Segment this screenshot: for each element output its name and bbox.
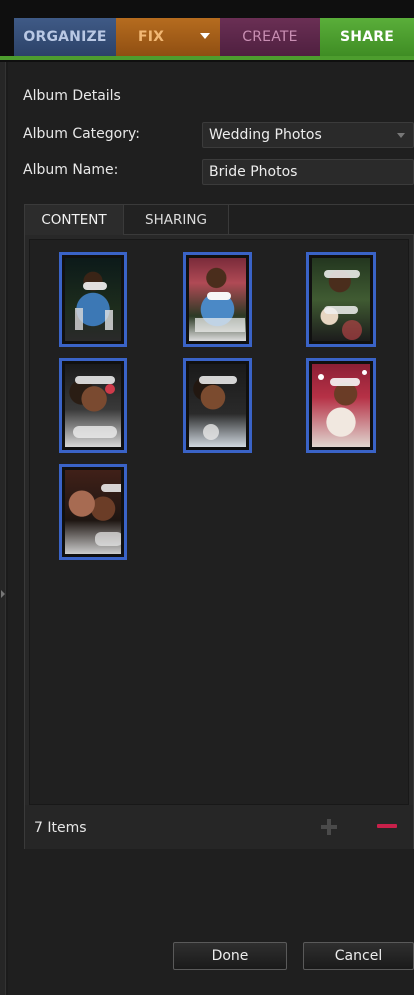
item-count: 7 Items <box>34 820 87 836</box>
chevron-down-icon[interactable] <box>200 33 210 39</box>
album-details-panel: Album Details Album Category: Wedding Ph… <box>8 62 414 995</box>
tab-organize[interactable]: ORGANIZE <box>14 18 116 56</box>
photo-thumbnail[interactable] <box>306 358 376 453</box>
content-panel: CONTENT SHARING 7 Items <box>24 204 414 849</box>
tab-share[interactable]: SHARE <box>320 18 414 56</box>
tab-fix-label: FIX <box>138 29 165 45</box>
tab-strip-filler <box>229 205 414 235</box>
tab-create[interactable]: CREATE <box>220 18 320 56</box>
photo-thumbnail[interactable] <box>59 358 127 453</box>
content-footer: 7 Items <box>25 805 413 849</box>
dropdown-arrow-icon <box>397 133 405 138</box>
section-title: Album Details <box>23 88 121 104</box>
photo-thumbnail[interactable] <box>306 252 376 347</box>
tab-content[interactable]: CONTENT <box>25 205 124 235</box>
mode-tab-bar: ORGANIZE FIX CREATE SHARE <box>0 0 414 62</box>
album-name-label: Album Name: <box>23 162 119 178</box>
tab-sharing[interactable]: SHARING <box>124 205 229 235</box>
photo-thumbnail[interactable] <box>183 252 252 347</box>
tab-fix[interactable]: FIX <box>116 18 220 56</box>
panel-collapse-gutter[interactable] <box>0 62 6 995</box>
active-tab-underline <box>0 56 414 60</box>
album-category-label: Album Category: <box>23 126 140 142</box>
cancel-button[interactable]: Cancel <box>303 942 414 970</box>
photo-thumbnail[interactable] <box>183 358 252 453</box>
photo-thumbnail[interactable] <box>59 252 127 347</box>
photo-grid <box>29 239 409 805</box>
done-button[interactable]: Done <box>173 942 287 970</box>
album-category-select[interactable]: Wedding Photos <box>202 122 414 148</box>
album-category-value: Wedding Photos <box>209 127 322 143</box>
photo-thumbnail[interactable] <box>59 464 127 560</box>
remove-icon[interactable] <box>377 824 397 828</box>
album-name-input[interactable]: Bride Photos <box>202 159 414 185</box>
add-icon[interactable] <box>321 819 337 835</box>
expand-arrow-icon[interactable] <box>1 590 5 598</box>
